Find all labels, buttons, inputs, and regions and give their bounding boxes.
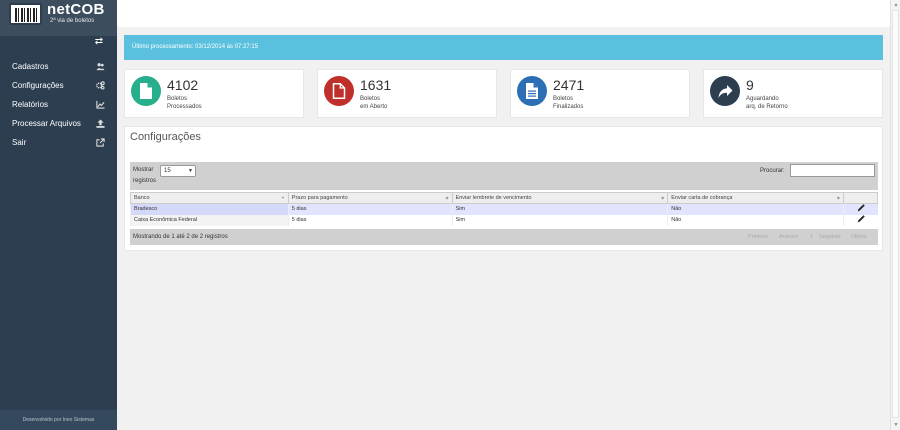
sidebar-item-label: Cadastros xyxy=(12,62,49,71)
sort-icon: ◆ xyxy=(445,195,449,200)
table-info: Mostrando de 1 até 2 de 2 registros xyxy=(133,234,228,240)
file-text-icon xyxy=(517,76,547,106)
sidebar-item-label: Sair xyxy=(12,138,27,147)
stat-label-line1: Aguardando xyxy=(746,96,779,102)
table-cell: Bradesco xyxy=(130,203,289,215)
external-link-icon xyxy=(96,138,105,147)
column-header[interactable]: Enviar lembrete de vencimento ◆ xyxy=(451,192,669,204)
gears-icon xyxy=(96,81,105,90)
show-entries-suffix: registros xyxy=(133,178,157,184)
sort-icon: ▼ xyxy=(280,195,285,200)
stat-label-line2: em Aberto xyxy=(360,104,388,110)
pagination-first[interactable]: Primeiro xyxy=(748,234,768,240)
pagination-next[interactable]: Seguinte xyxy=(819,234,841,240)
search-label: Procurar: xyxy=(760,168,785,174)
stat-label-line2: arq. de Retorno xyxy=(746,104,788,110)
share-arrow-icon xyxy=(710,76,740,106)
pencil-icon[interactable] xyxy=(857,204,865,212)
sidebar-item-label: Relatórios xyxy=(12,100,49,109)
sidebar-footer: Desenvolvido por Ineo Sistemas xyxy=(0,410,117,430)
chevron-down-icon: ▼ xyxy=(188,168,193,174)
stat-card-finalizados: 2471 Boletos Finalizados xyxy=(510,69,690,118)
stat-value: 2471 xyxy=(553,77,585,93)
stat-card-em-aberto: 1631 Boletos em Aberto xyxy=(317,69,497,118)
table-cell: Não xyxy=(667,203,844,215)
panel-title: Configurações xyxy=(130,131,201,143)
edit-cell xyxy=(843,214,878,226)
sidebar: netCOB 2ª via de boletos ⇄ Cadastros Con… xyxy=(0,0,117,430)
pagination-prev[interactable]: Anterior xyxy=(779,234,798,240)
show-entries-label: Mostrar xyxy=(133,167,154,173)
column-header[interactable]: Enviar carta de cobrança ◆ xyxy=(667,192,844,204)
stat-label-line1: Boletos xyxy=(167,96,188,102)
page-size-value: 15 xyxy=(164,168,171,174)
stat-label-line2: Processados xyxy=(167,104,202,110)
table-cell: 5 dias xyxy=(287,203,453,215)
table-row: Bradesco 5 dias Sim Não xyxy=(130,203,878,215)
line-chart-icon xyxy=(96,100,105,109)
column-header-label: Enviar lembrete de vencimento xyxy=(455,195,532,201)
stat-label-line1: Boletos xyxy=(360,96,381,102)
column-header-actions xyxy=(843,192,878,204)
stat-value: 4102 xyxy=(167,77,199,93)
sort-icon: ◆ xyxy=(836,195,840,200)
column-header-label: Banco xyxy=(134,195,150,201)
stat-card-aguardando: 9 Aguardando arq. de Retorno xyxy=(703,69,883,118)
sidebar-item-processar-arquivos[interactable]: Processar Arquivos xyxy=(0,114,117,133)
upload-icon xyxy=(96,119,105,128)
stat-label-line2: Finalizados xyxy=(553,104,584,110)
table-cell: Caixa Econômica Federal xyxy=(130,214,289,226)
table-cell: Não xyxy=(667,214,844,226)
logo-subtitle: 2ª via de boletos xyxy=(50,18,95,24)
sidebar-item-configuracoes[interactable]: Configurações xyxy=(0,76,117,95)
table-cell: Sim xyxy=(451,214,668,226)
edit-cell xyxy=(843,203,878,215)
last-processing-banner: Último processamento: 03/12/2014 às 07:2… xyxy=(124,35,883,60)
sidebar-toggle-icon[interactable]: ⇄ xyxy=(92,37,106,47)
scroll-down-icon[interactable]: ▼ xyxy=(893,422,899,428)
scrollbar[interactable]: ▲ ▼ xyxy=(890,0,900,430)
column-header-label: Prazo para pagamento xyxy=(291,195,348,201)
configuracoes-panel: Configurações Mostrar 15 ▼ registros Pro… xyxy=(124,126,883,251)
scroll-up-icon[interactable]: ▲ xyxy=(893,2,899,8)
search-input[interactable] xyxy=(790,164,875,177)
sort-icon: ◆ xyxy=(661,195,665,200)
sidebar-item-label: Processar Arquivos xyxy=(12,119,81,128)
stat-card-processados: 4102 Boletos Processados xyxy=(124,69,304,118)
top-bar xyxy=(117,0,890,27)
datatable-footer: Mostrando de 1 até 2 de 2 registros Prim… xyxy=(130,229,878,245)
column-header[interactable]: Banco ▼ xyxy=(130,192,289,204)
stat-value: 1631 xyxy=(360,77,392,93)
file-outline-icon xyxy=(324,76,354,106)
stat-label-line1: Boletos xyxy=(553,96,574,102)
scrollbar-thumb[interactable] xyxy=(892,10,899,418)
sidebar-item-cadastros[interactable]: Cadastros xyxy=(0,57,117,76)
pencil-icon[interactable] xyxy=(857,215,865,223)
sidebar-item-relatorios[interactable]: Relatórios xyxy=(0,95,117,114)
configuracoes-table: Banco ▼ Prazo para pagamento ◆ Enviar lemb… xyxy=(130,192,878,226)
users-icon xyxy=(96,63,105,71)
table-row: Caixa Econômica Federal 5 dias Sim Não xyxy=(130,214,878,226)
file-icon xyxy=(131,76,161,106)
column-header[interactable]: Prazo para pagamento ◆ xyxy=(287,192,453,204)
sidebar-item-sair[interactable]: Sair xyxy=(0,133,117,152)
barcode-icon xyxy=(9,3,42,25)
logo-title: netCOB xyxy=(47,1,105,18)
column-header-label: Enviar carta de cobrança xyxy=(671,195,733,201)
sidebar-item-label: Configurações xyxy=(12,81,64,90)
table-cell: Sim xyxy=(451,203,668,215)
pagination-last[interactable]: Último xyxy=(851,234,867,240)
logo[interactable]: netCOB 2ª via de boletos xyxy=(0,0,117,36)
table-cell: 5 dias xyxy=(287,214,453,226)
page-size-select[interactable]: 15 ▼ xyxy=(160,165,196,177)
datatable-toolbar: Mostrar 15 ▼ registros Procurar: xyxy=(130,162,878,190)
stat-value: 9 xyxy=(746,77,754,93)
pagination-page[interactable]: 1 xyxy=(810,234,813,240)
